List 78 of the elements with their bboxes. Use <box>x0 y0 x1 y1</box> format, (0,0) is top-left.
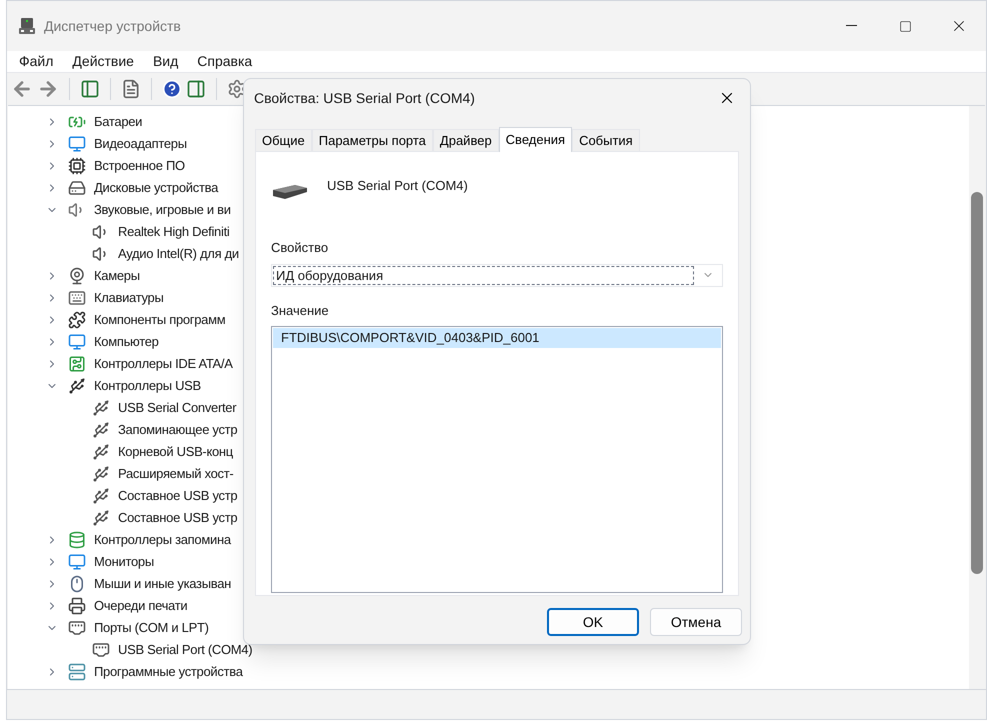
computer-icon <box>18 17 36 35</box>
dialog-button[interactable]: Отмена <box>650 608 742 636</box>
usb-icon <box>92 399 110 417</box>
monitor-icon <box>68 553 86 571</box>
mouse-icon <box>68 575 86 593</box>
usb-icon <box>92 443 110 461</box>
value-list[interactable]: FTDIBUS\COMPORT&VID_0403&PID_6001 <box>271 326 723 593</box>
minimize-icon <box>846 25 856 27</box>
tree-item[interactable]: Контроллеры запомина <box>94 530 231 550</box>
serial-port-icon <box>271 182 309 202</box>
forward-icon[interactable] <box>37 78 59 100</box>
menu-item[interactable]: Справка <box>197 51 252 72</box>
tree-item[interactable]: Порты (COM и LPT) <box>94 618 209 638</box>
tree-item[interactable]: Realtek High Definiti <box>118 222 230 242</box>
back-icon[interactable] <box>11 78 33 100</box>
server-icon <box>68 663 86 681</box>
keyboard-icon <box>68 289 86 307</box>
menu-item[interactable]: Вид <box>152 51 178 72</box>
monitor-icon <box>68 135 86 153</box>
tree-item[interactable]: Контроллеры IDE ATA/A <box>94 354 233 374</box>
puzzle-icon <box>68 311 86 329</box>
scrollbar[interactable] <box>969 106 985 689</box>
tree-item[interactable]: Составное USB устр <box>118 486 238 506</box>
dialog-button[interactable]: OK <box>547 608 639 636</box>
usb-icon <box>92 465 110 483</box>
window-title: Диспетчер устройств <box>44 16 181 36</box>
tree-item[interactable]: USB Serial Port (COM4) <box>118 640 252 660</box>
usb-icon <box>92 487 110 505</box>
tab[interactable]: Общие <box>255 129 312 151</box>
tree-item[interactable]: Контроллеры USB <box>94 376 201 396</box>
document-icon[interactable] <box>121 79 141 99</box>
menu-item[interactable]: Файл <box>19 51 54 72</box>
circuit-board-icon <box>68 355 86 373</box>
tree-item[interactable]: Составное USB устр <box>118 508 238 528</box>
property-label: Свойство <box>271 239 328 257</box>
tree-item[interactable]: Программные устройства <box>94 662 243 682</box>
webcam-icon <box>68 267 86 285</box>
database-icon <box>68 531 86 549</box>
panel-icon[interactable] <box>80 79 100 99</box>
printer-icon <box>68 597 86 615</box>
port-icon <box>68 619 86 637</box>
property-dropdown[interactable]: ИД оборудования <box>271 264 723 286</box>
tree-item[interactable]: Видеоадаптеры <box>94 134 187 154</box>
tab[interactable]: Драйвер <box>432 129 499 151</box>
maximize-icon <box>898 20 912 32</box>
drive-icon <box>68 179 86 197</box>
tree-item[interactable]: Камеры <box>94 266 140 286</box>
tree-item[interactable]: Расширяемый хост- <box>118 464 234 484</box>
tree-item[interactable]: Компоненты программ <box>94 310 226 330</box>
tree-item[interactable]: Запоминающее устр <box>118 420 238 440</box>
tree-item[interactable]: Мыши и иные указыван <box>94 574 232 594</box>
tree-item[interactable]: Корневой USB-конц <box>118 442 233 462</box>
tree-item[interactable]: Аудио Intel(R) для ди <box>118 244 239 264</box>
tree-item[interactable]: Очереди печати <box>94 596 188 616</box>
tab[interactable]: Сведения <box>498 127 572 152</box>
help-icon[interactable] <box>162 79 182 99</box>
tree-item[interactable]: Компьютер <box>94 332 159 352</box>
tree-item[interactable]: Дисковые устройства <box>94 178 218 198</box>
usb-icon <box>68 377 86 395</box>
tab[interactable]: События <box>572 129 640 151</box>
monitor-icon <box>68 333 86 351</box>
tree-item[interactable]: Клавиатуры <box>94 288 164 308</box>
menu-item[interactable]: Действие <box>72 51 134 72</box>
usb-icon <box>92 421 110 439</box>
tree-item[interactable]: Мониторы <box>94 552 154 572</box>
chip-icon <box>68 157 86 175</box>
tree-item[interactable]: Батареи <box>94 112 142 132</box>
value-label: Значение <box>271 302 329 320</box>
tree-item[interactable]: Звуковые, игровые и ви <box>94 200 231 220</box>
usb-icon <box>92 509 110 527</box>
dialog-title: Свойства: USB Serial Port (COM4) <box>254 88 475 108</box>
device-name: USB Serial Port (COM4) <box>327 177 468 195</box>
panel-icon[interactable] <box>186 79 206 99</box>
tree-item[interactable]: USB Serial Converter <box>118 398 236 418</box>
list-item[interactable]: FTDIBUS\COMPORT&VID_0403&PID_6001 <box>273 328 721 348</box>
port-icon <box>92 641 110 659</box>
tree-item[interactable]: Встроенное ПО <box>94 156 185 176</box>
tab[interactable]: Параметры порта <box>312 129 433 151</box>
